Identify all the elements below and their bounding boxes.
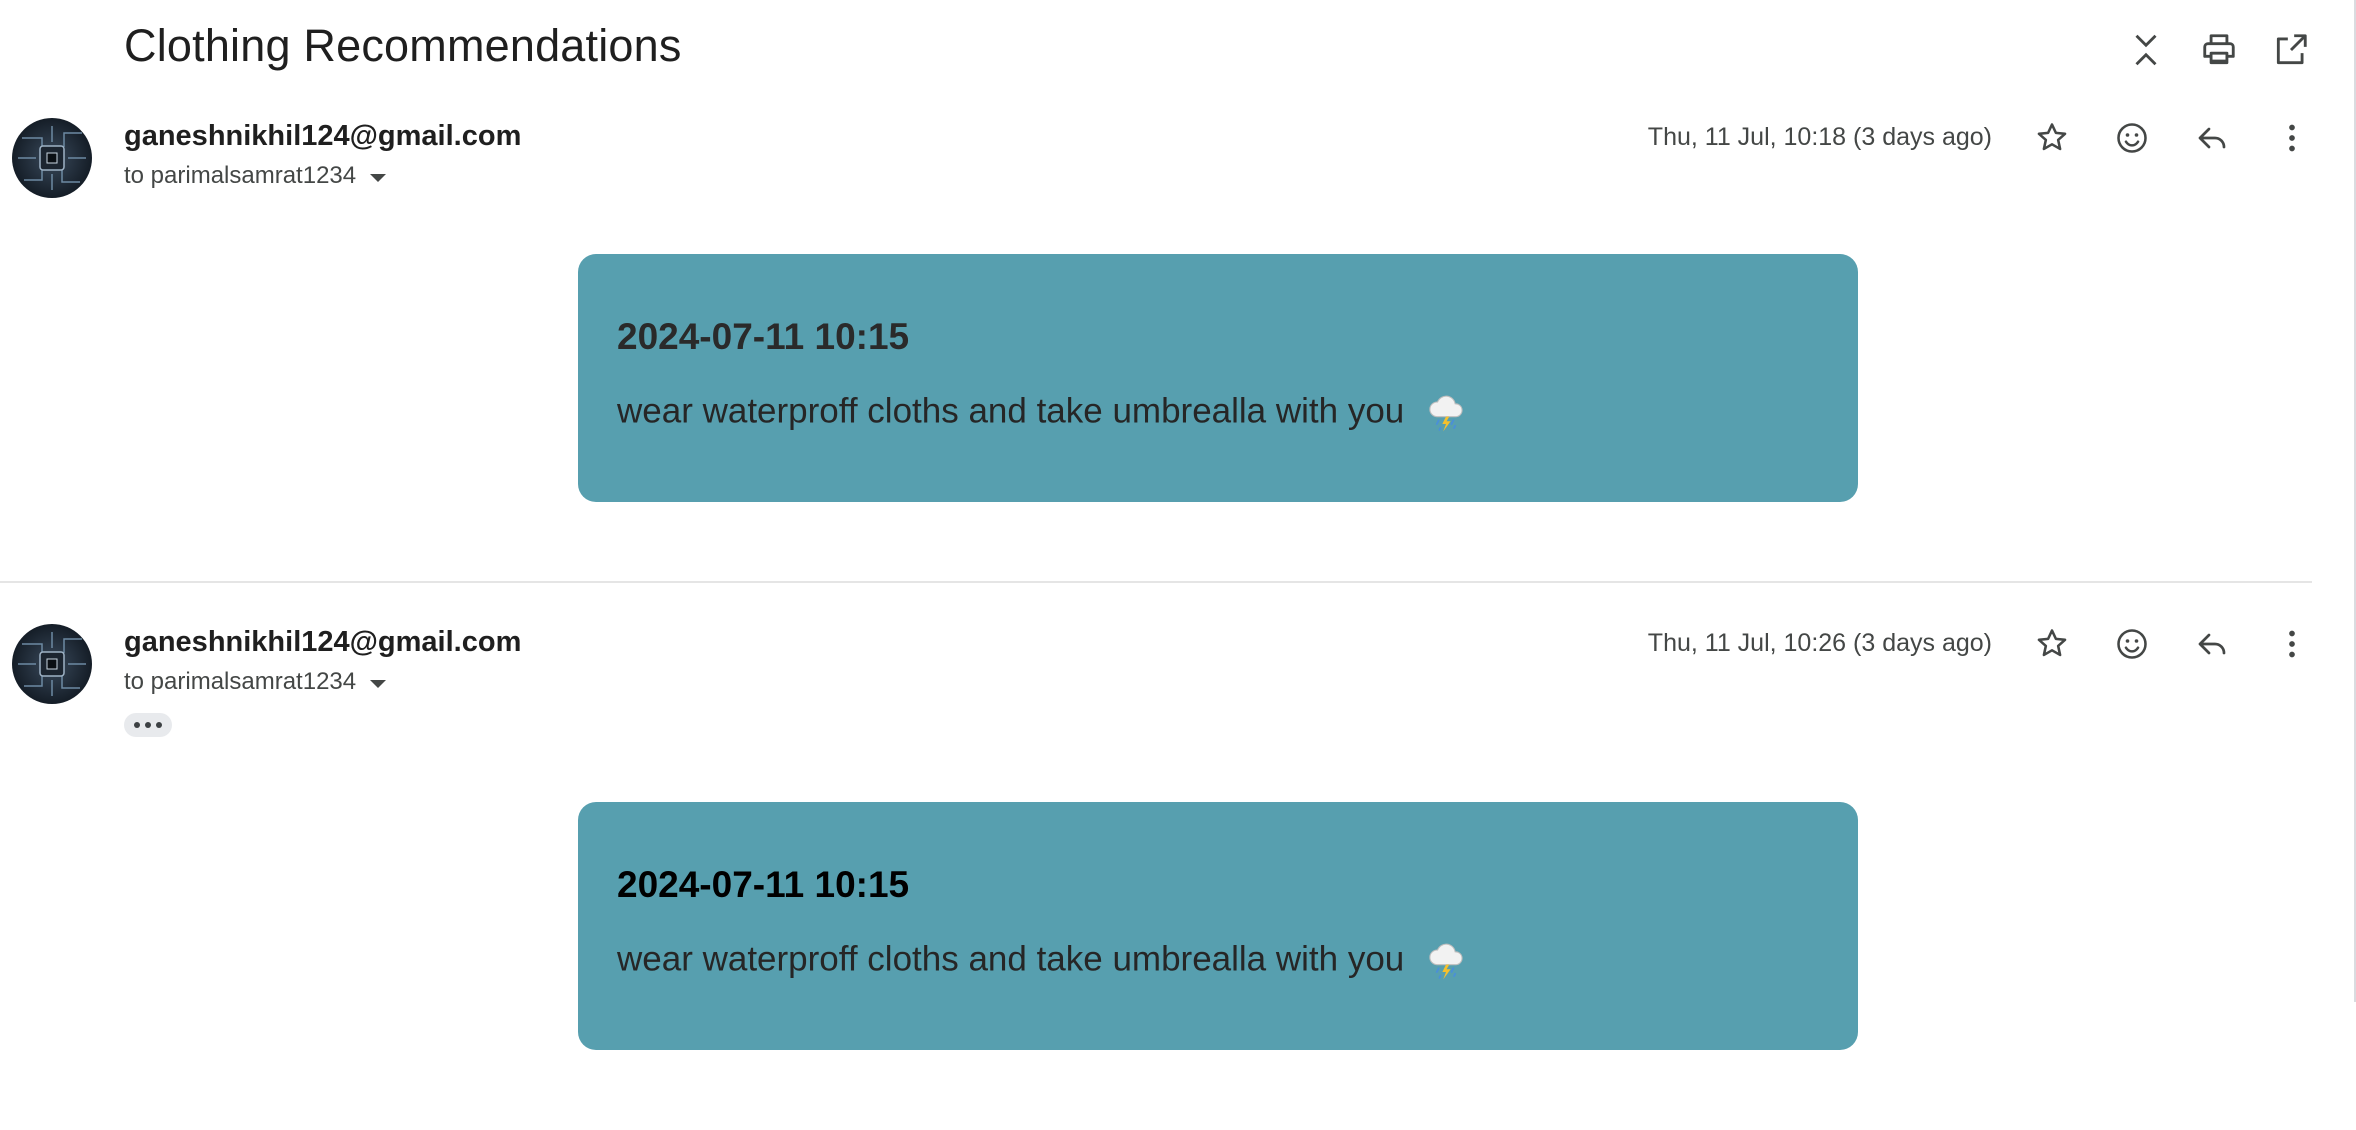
print-icon[interactable] [2191, 22, 2247, 78]
thunderstorm-icon [1429, 943, 1463, 980]
add-reaction-icon[interactable] [2104, 110, 2160, 166]
thunderstorm-icon [1429, 395, 1463, 432]
collapse-all-icon[interactable] [2118, 22, 2174, 78]
show-details-dropdown-icon[interactable] [370, 680, 387, 688]
message-divider [0, 581, 2312, 583]
sender-email[interactable]: ganeshnikhil124@gmail.com [124, 120, 521, 153]
card-timestamp: 2024-07-11 10:15 [617, 316, 910, 357]
message-date: Thu, 11 Jul, 10:26 (3 days ago) [1647, 629, 1992, 657]
add-reaction-icon[interactable] [2104, 616, 2160, 672]
open-in-new-window-icon[interactable] [2263, 22, 2319, 78]
weather-card: 2024-07-11 10:15 wear waterproff cloths … [578, 254, 1858, 502]
card-recommendation-text: wear waterproff cloths and take umbreall… [617, 391, 1405, 431]
show-details-dropdown-icon[interactable] [370, 174, 387, 182]
reply-icon[interactable] [2184, 110, 2240, 166]
recipient-label: to parimalsamrat1234 [124, 668, 357, 695]
recipient-line: to parimalsamrat1234 [124, 162, 387, 190]
card-recommendation-text: wear waterproff cloths and take umbreall… [617, 939, 1405, 979]
more-options-icon[interactable] [2264, 110, 2320, 166]
sender-email[interactable]: ganeshnikhil124@gmail.com [124, 626, 521, 659]
recipient-line: to parimalsamrat1234 [124, 668, 387, 696]
recipient-label: to parimalsamrat1234 [124, 162, 357, 189]
message-date: Thu, 11 Jul, 10:18 (3 days ago) [1647, 123, 1992, 151]
more-options-icon[interactable] [2264, 616, 2320, 672]
show-trimmed-content-button[interactable] [124, 713, 172, 737]
star-icon[interactable] [2024, 110, 2080, 166]
card-timestamp: 2024-07-11 10:15 [617, 864, 910, 905]
avatar[interactable] [12, 118, 92, 198]
card-recommendation: wear waterproff cloths and take umbreall… [617, 391, 1468, 435]
star-icon[interactable] [2024, 616, 2080, 672]
card-recommendation: wear waterproff cloths and take umbreall… [617, 939, 1468, 983]
thread-subject: Clothing Recommendations [124, 20, 682, 71]
reply-icon[interactable] [2184, 616, 2240, 672]
avatar[interactable] [12, 624, 92, 704]
weather-card: 2024-07-11 10:15 wear waterproff cloths … [578, 802, 1858, 1050]
